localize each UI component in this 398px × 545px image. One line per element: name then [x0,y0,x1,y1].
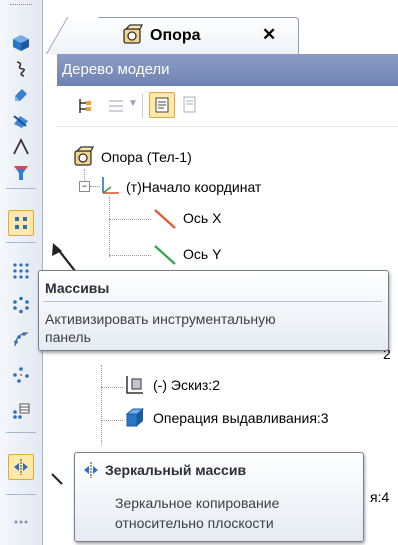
document-tab[interactable]: Опора ✕ [46,17,299,54]
collapse-icon[interactable]: − [79,181,90,192]
mirror-array-icon[interactable] [8,454,34,480]
document-tab-title: Опора [150,27,201,44]
curve-icon[interactable] [8,56,34,82]
fillet-icon[interactable] [8,108,34,134]
arc-icon[interactable] [8,134,34,160]
tooltip-arrays-description-line1: Активизировать инструментальную [45,311,276,327]
tree-item-axis-x[interactable]: Ось X [183,210,221,226]
document-edit-icon[interactable] [183,96,199,117]
tooltip-mirror-description-line2: относительно плоскости [115,515,274,531]
tooltip-mirror-title: Зеркальный массив [105,462,247,478]
cube-icon[interactable] [8,30,34,56]
tab-bar: Опора ✕ [43,0,398,54]
toolbar-grip[interactable] [10,4,32,7]
document-view-icon[interactable] [149,92,175,118]
origin-icon [99,175,121,200]
close-icon[interactable]: ✕ [262,25,276,45]
tree-item-extrude[interactable]: Операция выдавливания:3 [153,410,329,426]
part-icon [122,24,144,49]
list-view-icon[interactable] [107,97,125,118]
tooltip-arrays: Массивы Активизировать инструментальную … [38,270,389,351]
more-icon[interactable] [8,512,34,532]
axis-x-icon [152,207,178,234]
tree-item-sketch[interactable]: (-) Эскиз:2 [153,377,220,393]
tree-item-root[interactable]: Опора (Тел-1) [101,149,192,165]
chevron-down-icon[interactable]: ▼ [128,98,138,109]
axis-y-icon [152,243,178,270]
array-dense-icon[interactable] [8,258,34,284]
array-curve-icon[interactable] [8,326,34,352]
mirror-array-icon [82,461,100,482]
panel-toolbar: ▼ [57,86,398,127]
funnel-icon[interactable] [8,160,34,186]
array-points-icon[interactable] [8,362,34,388]
tooltip-arrays-description-line2: панель [45,329,91,345]
array-grid-icon[interactable] [8,210,34,236]
sketch-icon [124,374,146,399]
array-table-icon[interactable] [8,398,34,424]
tree-structure-icon[interactable] [77,97,95,118]
tooltip-arrays-title: Массивы [45,280,110,296]
array-circular-icon[interactable] [8,292,34,318]
tree-item-axis-y[interactable]: Ось Y [183,246,221,262]
panel-title: Дерево модели [57,54,398,86]
part-icon [73,146,95,171]
extrude-icon [124,407,146,432]
tree-item-origin[interactable]: (т)Начало координат [126,179,261,195]
tooltip-mirror-array: Зеркальный массив Зеркальное копирование… [74,452,364,542]
tree-item-partial-2[interactable]: я:4 [370,489,389,505]
edit-icon[interactable] [8,82,34,108]
left-toolbar [0,0,43,545]
tooltip-mirror-description-line1: Зеркальное копирование [115,495,280,511]
